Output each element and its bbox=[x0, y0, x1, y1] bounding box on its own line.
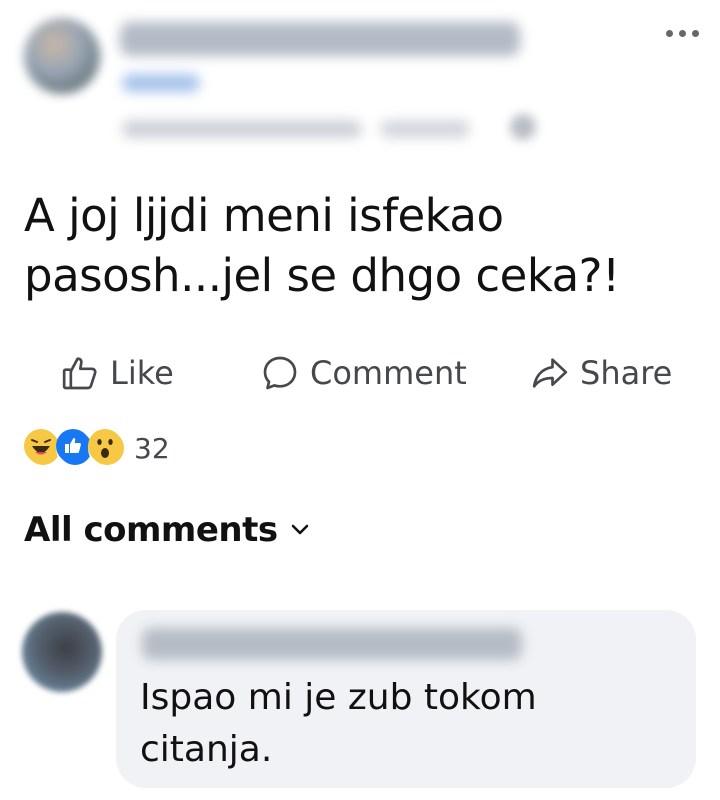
post-text: A joj ljjdi meni isfekao pasosh...jel se… bbox=[24, 186, 684, 306]
commenter-avatar[interactable] bbox=[22, 612, 102, 692]
privacy-icon bbox=[510, 114, 536, 140]
comments-filter-dropdown[interactable]: All comments bbox=[24, 510, 312, 550]
comment-button[interactable]: Comment bbox=[260, 348, 467, 398]
more-options-button[interactable] bbox=[660, 18, 704, 48]
post-text-line: A joj ljjdi meni isfekao bbox=[24, 189, 504, 242]
share-button[interactable]: Share bbox=[530, 348, 672, 398]
comment-icon bbox=[260, 353, 300, 393]
comments-filter-label: All comments bbox=[24, 510, 278, 550]
comment-label: Comment bbox=[310, 354, 467, 392]
post-text-line: pasosh...jel se dhgo ceka?! bbox=[24, 249, 620, 302]
share-label: Share bbox=[580, 354, 673, 392]
reactions-summary[interactable]: 32 bbox=[24, 428, 170, 468]
like-label: Like bbox=[110, 354, 174, 392]
more-dot-icon bbox=[678, 29, 686, 37]
group-tag-blurred[interactable] bbox=[122, 74, 200, 92]
comment-text: Ispao mi je zub tokom citanja. bbox=[140, 672, 660, 776]
reaction-count: 32 bbox=[134, 431, 170, 465]
wow-reaction-icon bbox=[88, 429, 126, 467]
group-avatar[interactable] bbox=[24, 18, 100, 94]
commenter-name-blurred[interactable] bbox=[142, 628, 522, 660]
post-time-blurred bbox=[380, 120, 470, 138]
comment-text-line: citanja. bbox=[140, 729, 273, 770]
share-icon bbox=[530, 353, 570, 393]
author-name-blurred[interactable] bbox=[122, 120, 362, 138]
thumbs-up-icon bbox=[60, 353, 100, 393]
more-dot-icon bbox=[691, 29, 699, 37]
chevron-down-icon bbox=[288, 510, 312, 550]
comment-text-line: Ispao mi je zub tokom bbox=[140, 677, 537, 718]
like-button[interactable]: Like bbox=[60, 348, 174, 398]
group-name-blurred[interactable] bbox=[120, 22, 520, 56]
more-dot-icon bbox=[665, 29, 673, 37]
